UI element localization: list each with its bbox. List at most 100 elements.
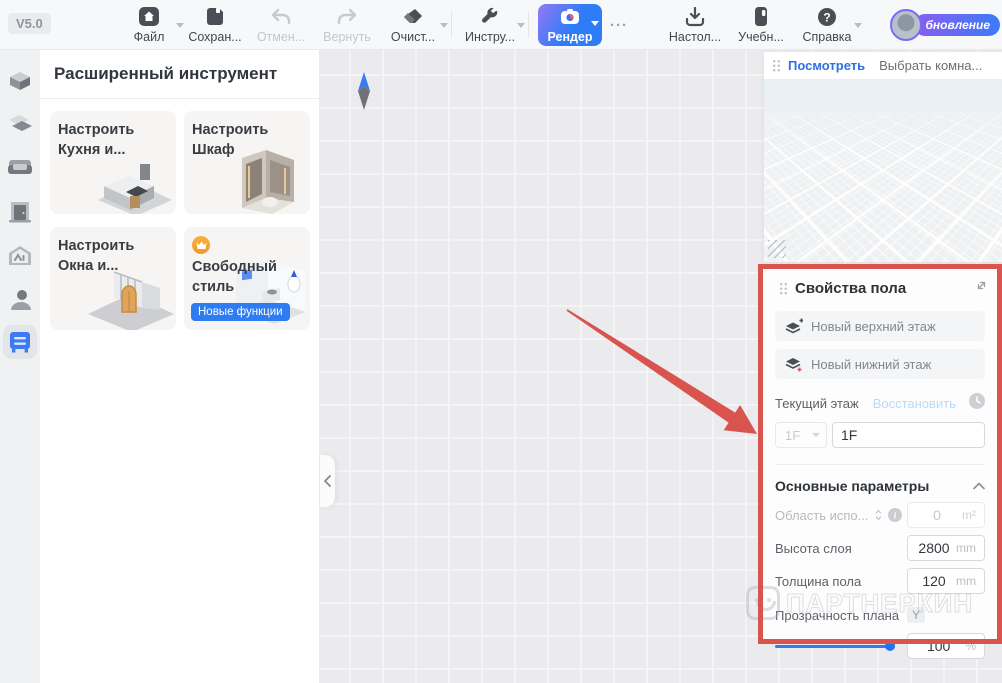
panel-collapse-button[interactable] bbox=[320, 455, 335, 507]
basic-params-header[interactable]: Основные параметры bbox=[775, 464, 985, 495]
preview-haze bbox=[764, 79, 1002, 149]
resize-handle[interactable] bbox=[768, 240, 786, 258]
expand-icon[interactable] bbox=[975, 279, 988, 297]
new-lower-floor-button[interactable]: Новый нижний этаж bbox=[775, 349, 985, 379]
wrench-icon bbox=[480, 6, 500, 28]
opacity-input[interactable] bbox=[916, 638, 962, 654]
floor-thickness-unit: mm bbox=[956, 574, 976, 588]
north-compass-icon[interactable] bbox=[356, 72, 372, 110]
card-kitchen[interactable]: Настроить Кухня и... bbox=[50, 111, 176, 214]
card-wardrobe-title: Настроить Шкаф bbox=[192, 122, 269, 159]
floor-thickness-input[interactable] bbox=[916, 573, 952, 589]
sidebar-item-cabinet[interactable] bbox=[3, 325, 37, 359]
floor-select[interactable]: 1F bbox=[775, 422, 827, 448]
file-button[interactable]: Файл bbox=[116, 1, 184, 49]
tab-view[interactable]: Посмотреть bbox=[788, 58, 865, 73]
floor-panel-title: Свойства пола bbox=[795, 280, 907, 297]
card-windows-title: Настроить Окна и... bbox=[58, 238, 135, 275]
floor-thickness-row: Толщина пола mm bbox=[775, 568, 985, 594]
chevron-down-icon[interactable] bbox=[517, 23, 525, 28]
layer-height-row: Высота слоя mm bbox=[775, 535, 985, 561]
area-label-group: Область испо... i bbox=[775, 508, 907, 523]
chevron-up-icon[interactable] bbox=[973, 477, 985, 495]
toolbar-divider bbox=[451, 12, 452, 38]
slider-thumb[interactable] bbox=[885, 641, 895, 651]
download-icon bbox=[685, 6, 705, 28]
tools-label: Инстру... bbox=[464, 30, 516, 44]
card-freestyle[interactable]: Свободный стиль Новые функции bbox=[184, 227, 310, 330]
undo-icon bbox=[270, 6, 292, 28]
clear-button[interactable]: Очист... bbox=[380, 1, 448, 49]
swap-icon[interactable] bbox=[874, 509, 883, 521]
redo-button[interactable]: Вернуть bbox=[314, 1, 380, 49]
opacity-slider[interactable] bbox=[775, 639, 895, 653]
tab-select-room[interactable]: Выбрать комна... bbox=[879, 58, 982, 73]
3d-preview[interactable] bbox=[764, 79, 1002, 262]
account-area: бновление bbox=[889, 9, 1000, 41]
drag-handle-icon[interactable] bbox=[779, 281, 788, 296]
floor-thickness-label: Толщина пола bbox=[775, 573, 862, 589]
desktop-button[interactable]: Настол... bbox=[662, 1, 728, 49]
area-input bbox=[916, 507, 958, 523]
tutorial-label: Учебн... bbox=[738, 30, 784, 44]
slider-track[interactable] bbox=[775, 645, 895, 648]
restore-link[interactable]: Восстановить bbox=[873, 396, 956, 411]
tools-button[interactable]: Инстру... bbox=[457, 1, 525, 49]
save-label: Сохран... bbox=[188, 30, 242, 44]
toolbar-divider bbox=[528, 12, 529, 38]
chevron-down-icon[interactable] bbox=[591, 21, 599, 26]
drag-handle-icon[interactable] bbox=[772, 58, 781, 73]
opacity-label: Прозрачность плана bbox=[775, 607, 900, 623]
sidebar-item-walls[interactable] bbox=[3, 64, 37, 98]
sidebar-item-doors[interactable] bbox=[3, 195, 37, 229]
chevron-down-icon bbox=[812, 433, 820, 437]
current-floor-row: Текущий этаж Восстановить bbox=[775, 393, 985, 414]
info-icon[interactable]: i bbox=[887, 508, 902, 522]
sofa-icon bbox=[8, 160, 32, 174]
render-label: Рендер bbox=[547, 30, 593, 44]
update-badge[interactable]: бновление bbox=[913, 14, 1000, 36]
add-upper-floor-icon bbox=[785, 318, 803, 334]
area-label: Область испо... bbox=[775, 507, 869, 523]
door-icon bbox=[9, 202, 31, 223]
crown-icon bbox=[192, 236, 210, 254]
layer-height-label: Высота слоя bbox=[775, 540, 852, 556]
redo-icon bbox=[336, 6, 358, 28]
new-upper-floor-label: Новый верхний этаж bbox=[811, 318, 936, 334]
save-icon bbox=[205, 6, 225, 28]
chevron-down-icon[interactable] bbox=[854, 23, 862, 28]
card-windows[interactable]: Настроить Окна и... bbox=[50, 227, 176, 330]
floor-panel-header: Свойства пола bbox=[763, 269, 997, 303]
card-wardrobe[interactable]: Настроить Шкаф bbox=[184, 111, 310, 214]
svg-text:?: ? bbox=[823, 11, 830, 25]
sidebar-item-ai-design[interactable] bbox=[3, 239, 37, 273]
avatar[interactable] bbox=[889, 9, 922, 41]
new-features-badge: Новые функции bbox=[191, 303, 290, 321]
panel-title: Расширенный инструмент bbox=[40, 50, 319, 99]
layer-height-input[interactable] bbox=[916, 540, 952, 556]
chevron-left-icon bbox=[324, 475, 331, 487]
help-button[interactable]: ? Справка bbox=[794, 1, 862, 49]
undo-button[interactable]: Отмен... bbox=[248, 1, 314, 49]
chevron-down-icon[interactable] bbox=[440, 23, 448, 28]
floor-name-input[interactable] bbox=[841, 427, 976, 443]
save-button[interactable]: Сохран... bbox=[182, 1, 248, 49]
more-button[interactable]: ··· bbox=[606, 17, 632, 34]
sidebar-item-profile[interactable] bbox=[3, 283, 37, 317]
sidebar-item-floors[interactable] bbox=[3, 106, 37, 140]
new-upper-floor-button[interactable]: Новый верхний этаж bbox=[775, 311, 985, 341]
opacity-slider-row: % bbox=[775, 633, 985, 659]
floor-select-row: 1F bbox=[775, 422, 985, 448]
viewport-tabs: Посмотреть Выбрать комна... bbox=[764, 52, 1002, 79]
render-button[interactable]: Рендер bbox=[538, 4, 602, 46]
help-label: Справка bbox=[802, 30, 852, 44]
sidebar-item-furniture[interactable] bbox=[3, 150, 37, 184]
toolbar-items: Файл Сохран... Отмен... Вернуть Очист...… bbox=[116, 0, 862, 50]
history-clock-icon[interactable] bbox=[969, 393, 985, 414]
undo-label: Отмен... bbox=[256, 30, 306, 44]
desktop-label: Настол... bbox=[668, 30, 722, 44]
tutorial-button[interactable]: Учебн... bbox=[728, 1, 794, 49]
opacity-input-box: % bbox=[907, 633, 985, 659]
viewport-panel: Посмотреть Выбрать комна... bbox=[764, 52, 1002, 262]
camera-icon bbox=[560, 6, 580, 28]
